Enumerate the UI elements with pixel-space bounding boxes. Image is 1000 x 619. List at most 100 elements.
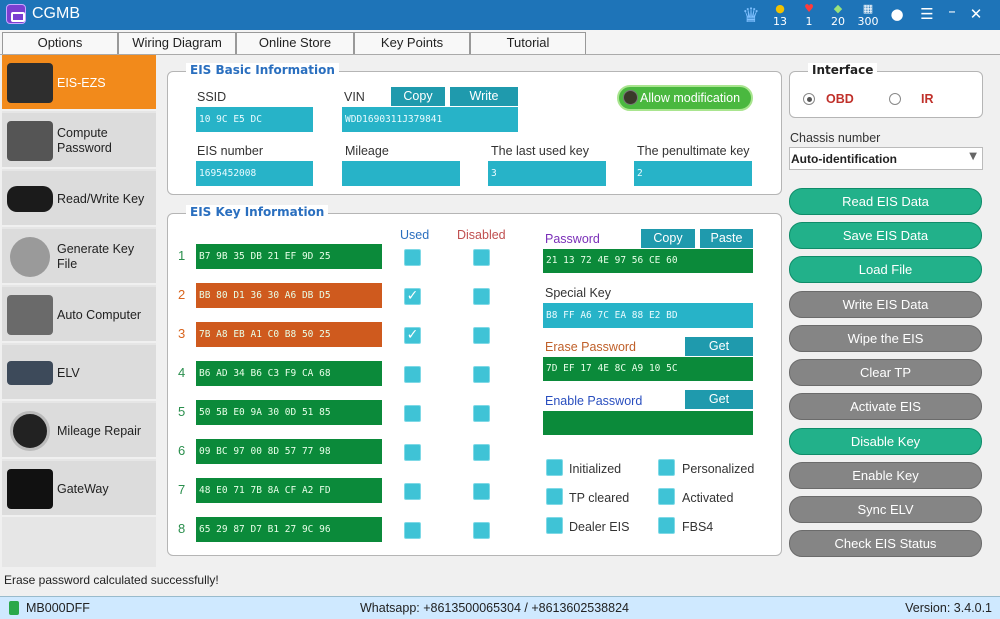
special-key-field[interactable]: B8 FF A6 7C EA 88 E2 BD <box>543 303 753 328</box>
key-number: 6 <box>178 443 186 458</box>
initialized-checkbox[interactable] <box>546 459 563 476</box>
key-number: 7 <box>178 482 186 497</box>
key-6-hex[interactable]: 09 BC 97 00 8D 57 77 98 <box>196 439 382 464</box>
sidebar-item-auto-computer[interactable]: Auto Computer <box>2 287 156 343</box>
vin-copy-button[interactable]: Copy <box>391 87 445 106</box>
interface-title: Interface <box>808 63 878 77</box>
key-number: 3 <box>178 326 186 341</box>
vin-write-button[interactable]: Write <box>450 87 518 106</box>
key-4-disabled-checkbox[interactable] <box>473 366 490 383</box>
minimize-icon[interactable]: – <box>942 2 962 20</box>
key-5-used-checkbox[interactable] <box>404 405 421 422</box>
save-eis-data-button[interactable]: Save EIS Data <box>789 222 982 249</box>
tp-cleared-checkbox[interactable] <box>546 488 563 505</box>
sidebar-item-label: GateWay <box>57 481 109 496</box>
tab-tutorial[interactable]: Tutorial <box>470 32 586 54</box>
enable-key-button[interactable]: Enable Key <box>789 462 982 489</box>
chassis-number-select[interactable]: Auto-identification ▼ <box>789 147 983 170</box>
wipe-eis-button[interactable]: Wipe the EIS <box>789 325 982 352</box>
key-5-disabled-checkbox[interactable] <box>473 405 490 422</box>
key-1-disabled-checkbox[interactable] <box>473 249 490 266</box>
ir-radio[interactable] <box>889 93 901 105</box>
write-eis-data-button[interactable]: Write EIS Data <box>789 291 982 318</box>
sidebar-item-label: Generate Key File <box>57 242 135 271</box>
password-copy-button[interactable]: Copy <box>641 229 695 248</box>
ssid-field[interactable]: 10 9C E5 DC <box>196 107 313 132</box>
erase-password-label: Erase Password <box>545 340 637 354</box>
penultimate-key-field[interactable]: 2 <box>634 161 752 186</box>
menu-icon[interactable]: ☰ <box>917 5 937 23</box>
sync-elv-button[interactable]: Sync ELV <box>789 496 982 523</box>
key-2-hex[interactable]: BB 80 D1 36 30 A6 DB D5 <box>196 283 382 308</box>
erase-get-button[interactable]: Get <box>685 337 753 356</box>
elv-lock-icon <box>7 361 53 385</box>
chassis-number-value: Auto-identification <box>791 152 897 166</box>
key-7-used-checkbox[interactable] <box>404 483 421 500</box>
load-file-button[interactable]: Load File <box>789 256 982 283</box>
vin-field[interactable]: WDD1690311J379841 <box>342 107 518 132</box>
key-8-used-checkbox[interactable] <box>404 522 421 539</box>
key-6-disabled-checkbox[interactable] <box>473 444 490 461</box>
key-number: 2 <box>178 287 186 302</box>
enable-get-button[interactable]: Get <box>685 390 753 409</box>
key-7-hex[interactable]: 48 E0 71 7B 8A CF A2 FD <box>196 478 382 503</box>
key-1-used-checkbox[interactable] <box>404 249 421 266</box>
allow-modification-toggle[interactable]: Allow modification <box>617 85 753 111</box>
key-8-hex[interactable]: 65 29 87 D7 B1 27 9C 96 <box>196 517 382 542</box>
erase-password-field[interactable]: 7D EF 17 4E 8C A9 10 5C <box>543 357 753 381</box>
key-8-disabled-checkbox[interactable] <box>473 522 490 539</box>
key-number: 8 <box>178 521 186 536</box>
key-2-used-checkbox[interactable]: ✓ <box>404 288 421 305</box>
tab-online-store[interactable]: Online Store <box>236 32 354 54</box>
key-4-hex[interactable]: B6 AD 34 B6 C3 F9 CA 68 <box>196 361 382 386</box>
key-4-used-checkbox[interactable] <box>404 366 421 383</box>
key-3-disabled-checkbox[interactable] <box>473 327 490 344</box>
password-field[interactable]: 21 13 72 4E 97 56 CE 60 <box>543 249 753 273</box>
dealer-eis-checkbox[interactable] <box>546 517 563 534</box>
eis-key-info-title: EIS Key Information <box>186 205 329 219</box>
last-used-key-field[interactable]: 3 <box>488 161 606 186</box>
crown-icon[interactable]: ♛ <box>736 4 766 26</box>
sidebar-item-eis-ezs[interactable]: EIS-EZS <box>2 55 156 111</box>
tab-wiring-diagram[interactable]: Wiring Diagram <box>118 32 236 54</box>
read-eis-data-button[interactable]: Read EIS Data <box>789 188 982 215</box>
obd-radio[interactable] <box>803 93 815 105</box>
disable-key-button[interactable]: Disable Key <box>789 428 982 455</box>
key-6-used-checkbox[interactable] <box>404 444 421 461</box>
activated-checkbox[interactable] <box>658 488 675 505</box>
key-7-disabled-checkbox[interactable] <box>473 483 490 500</box>
close-icon[interactable]: ✕ <box>966 5 986 23</box>
eis-number-field[interactable]: 1695452008 <box>196 161 313 186</box>
activate-eis-button[interactable]: Activate EIS <box>789 393 982 420</box>
user-icon[interactable]: ● <box>887 5 907 23</box>
personalized-checkbox[interactable] <box>658 459 675 476</box>
sidebar-item-compute-password[interactable]: Compute Password <box>2 113 156 169</box>
allow-modification-label: Allow modification <box>640 91 741 105</box>
password-paste-button[interactable]: Paste <box>700 229 753 248</box>
device-id: MB000DFF <box>26 601 90 615</box>
tab-key-points[interactable]: Key Points <box>354 32 470 54</box>
sidebar-item-label: EIS-EZS <box>57 75 106 90</box>
personalized-label: Personalized <box>682 462 755 476</box>
clear-tp-button[interactable]: Clear TP <box>789 359 982 386</box>
sidebar-item-label: Mileage Repair <box>57 423 142 438</box>
key-2-disabled-checkbox[interactable] <box>473 288 490 305</box>
gateway-module-icon <box>7 469 53 509</box>
printer-icon <box>10 237 50 277</box>
gem-icon: ◆ <box>833 2 843 15</box>
sidebar-item-elv[interactable]: ELV <box>2 345 156 401</box>
sidebar-item-gateway[interactable]: GateWay <box>2 461 156 517</box>
key-3-hex[interactable]: 7B A8 EB A1 C0 B8 50 25 <box>196 322 382 347</box>
menu-bar: Options Wiring Diagram Online Store Key … <box>0 30 1000 55</box>
fbs4-checkbox[interactable] <box>658 517 675 534</box>
sidebar-item-read-write-key[interactable]: Read/Write Key <box>2 171 156 227</box>
key-1-hex[interactable]: B7 9B 35 DB 21 EF 9D 25 <box>196 244 382 269</box>
mileage-field[interactable] <box>342 161 460 186</box>
key-5-hex[interactable]: 50 5B E0 9A 30 0D 51 85 <box>196 400 382 425</box>
enable-password-field[interactable] <box>543 411 753 435</box>
key-3-used-checkbox[interactable]: ✓ <box>404 327 421 344</box>
sidebar-item-mileage-repair[interactable]: Mileage Repair <box>2 403 156 459</box>
check-eis-status-button[interactable]: Check EIS Status <box>789 530 982 557</box>
tab-options[interactable]: Options <box>2 32 118 54</box>
sidebar-item-generate-key-file[interactable]: Generate Key File <box>2 229 156 285</box>
